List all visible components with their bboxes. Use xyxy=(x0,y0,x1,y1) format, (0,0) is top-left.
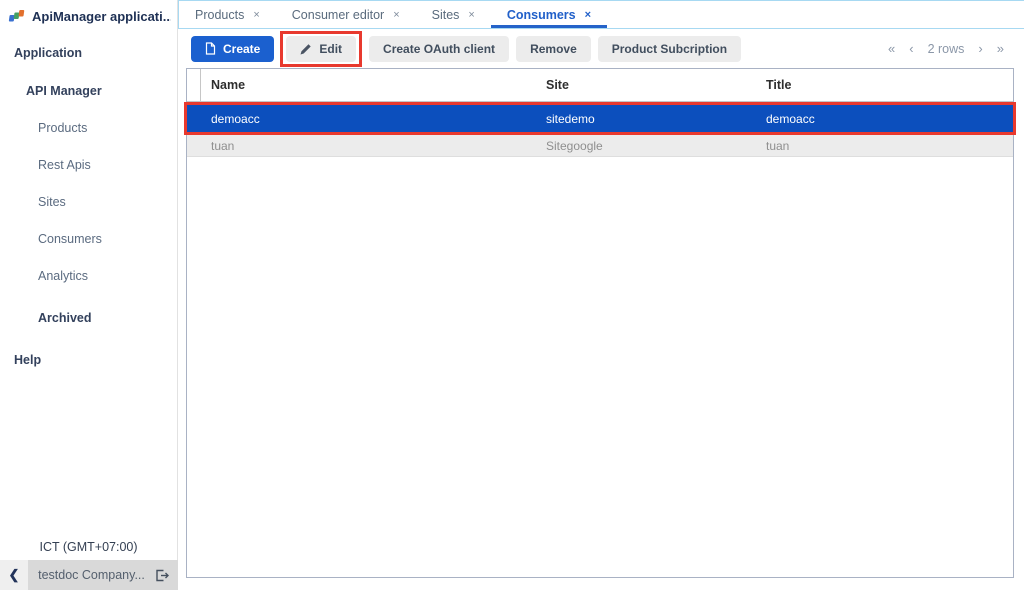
cell-title: demoacc xyxy=(766,111,815,126)
close-tab-icon[interactable]: × xyxy=(468,9,474,21)
cell-site: Sitegoogle xyxy=(546,138,603,153)
cell-name: demoacc xyxy=(211,111,260,126)
annotation-edit-button: Edit xyxy=(280,30,363,67)
new-document-icon xyxy=(205,42,216,55)
create-oauth-client-button[interactable]: Create OAuth client xyxy=(369,35,510,62)
tab-bar: Products × Consumer editor × Sites × Con… xyxy=(178,0,1024,29)
column-header-name[interactable]: Name xyxy=(201,78,546,92)
logout-icon[interactable] xyxy=(155,569,169,582)
table-row-tuan[interactable]: tuan Sitegoogle tuan xyxy=(187,135,1013,157)
timezone-label: ICT (GMT+07:00) xyxy=(39,540,138,554)
close-tab-icon[interactable]: × xyxy=(393,9,399,21)
last-page-icon[interactable]: » xyxy=(997,41,1004,56)
sidebar: ApiManager applicati... Application API … xyxy=(0,0,178,590)
sidebar-item-products[interactable]: Products xyxy=(38,121,177,135)
cell-site: sitedemo xyxy=(546,111,595,126)
create-button[interactable]: Create xyxy=(191,35,275,62)
tab-sites[interactable]: Sites × xyxy=(416,1,491,28)
tab-consumer-editor[interactable]: Consumer editor × xyxy=(276,1,416,28)
first-page-icon[interactable]: « xyxy=(888,41,895,56)
column-header-title[interactable]: Title xyxy=(766,78,1013,92)
row-selector-column xyxy=(187,69,201,101)
sidebar-item-rest-apis[interactable]: Rest Apis xyxy=(38,158,177,172)
sidebar-menu: Application API Manager Products Rest Ap… xyxy=(0,24,177,367)
app-title: ApiManager applicati... xyxy=(32,9,171,24)
sidebar-header: ApiManager applicati... xyxy=(0,0,177,24)
close-tab-icon[interactable]: × xyxy=(585,9,591,21)
next-page-icon[interactable]: › xyxy=(978,41,982,56)
tab-label: Consumers xyxy=(506,7,576,22)
tab-consumers[interactable]: Consumers × xyxy=(490,1,608,28)
edit-button-label: Edit xyxy=(319,41,343,56)
previous-page-icon[interactable]: ‹ xyxy=(909,41,913,56)
sidebar-item-sites[interactable]: Sites xyxy=(38,195,177,209)
pencil-icon xyxy=(300,43,312,55)
cell-name: tuan xyxy=(211,138,235,153)
remove-button[interactable]: Remove xyxy=(516,35,591,62)
tab-label: Consumer editor xyxy=(291,7,385,22)
close-tab-icon[interactable]: × xyxy=(253,9,259,21)
table-header: Name Site Title xyxy=(187,69,1013,102)
product-subscription-button[interactable]: Product Subcription xyxy=(597,35,742,62)
table-row-demoacc-selected[interactable]: demoacc sitedemo demoacc xyxy=(184,102,1016,135)
row-count-label: 2 rows xyxy=(927,41,965,56)
create-button-label: Create xyxy=(223,41,261,56)
api-manager-app: ApiManager applicati... Application API … xyxy=(0,0,1024,590)
toolbar: Create Edit Create OAuth client Remove P… xyxy=(178,29,1024,68)
cell-title: tuan xyxy=(766,138,790,153)
collapse-sidebar-icon[interactable]: ❮ xyxy=(0,560,28,590)
pagination: « ‹ 2 rows › » xyxy=(888,41,1004,56)
sidebar-item-analytics[interactable]: Analytics xyxy=(38,269,177,283)
edit-button[interactable]: Edit xyxy=(286,35,357,62)
tab-label: Sites xyxy=(431,7,460,22)
tab-products[interactable]: Products × xyxy=(179,1,276,28)
tab-label: Products xyxy=(195,7,245,22)
app-logo-icon xyxy=(8,9,25,24)
sidebar-item-api-manager[interactable]: API Manager xyxy=(26,84,177,98)
sidebar-item-archived[interactable]: Archived xyxy=(38,311,177,325)
sidebar-item-application[interactable]: Application xyxy=(14,46,177,60)
consumers-table-panel: Name Site Title demoacc sitedemo demoacc… xyxy=(184,68,1016,578)
column-header-site[interactable]: Site xyxy=(546,78,766,92)
company-name[interactable]: testdoc Company... xyxy=(28,568,155,582)
sidebar-item-consumers[interactable]: Consumers xyxy=(38,232,177,246)
sidebar-item-help[interactable]: Help xyxy=(14,353,177,367)
sidebar-bottom-bar: ❮ testdoc Company... xyxy=(0,560,178,590)
